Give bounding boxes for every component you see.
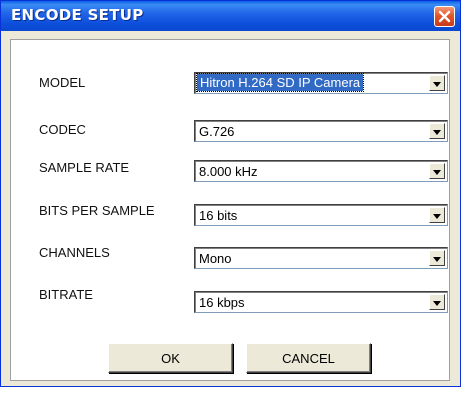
model-dropdown-button[interactable] bbox=[429, 75, 445, 91]
bitrate-value: 16 kbps bbox=[199, 295, 245, 310]
sample-rate-select[interactable]: 8.000 kHz bbox=[194, 160, 448, 182]
bits-per-sample-label: BITS PER SAMPLE bbox=[39, 203, 155, 218]
close-button[interactable] bbox=[434, 6, 455, 27]
bits-per-sample-dropdown-button[interactable] bbox=[429, 207, 445, 223]
model-select[interactable]: Hitron H.264 SD IP Camera bbox=[194, 72, 448, 94]
sample-rate-dropdown-button[interactable] bbox=[429, 163, 445, 179]
dialog-body: MODEL Hitron H.264 SD IP Camera CODEC G.… bbox=[4, 31, 457, 383]
title-bar[interactable]: ENCODE SETUP bbox=[1, 1, 460, 31]
encode-setup-dialog: ENCODE SETUP MODEL Hitron H.264 SD IP Ca… bbox=[0, 0, 461, 387]
cancel-button[interactable]: CANCEL bbox=[246, 343, 371, 373]
chevron-down-icon bbox=[433, 249, 441, 267]
sample-rate-value: 8.000 kHz bbox=[199, 164, 258, 179]
chevron-down-icon bbox=[433, 74, 441, 92]
close-icon bbox=[438, 10, 451, 23]
channels-dropdown-button[interactable] bbox=[429, 250, 445, 266]
codec-select[interactable]: G.726 bbox=[194, 120, 448, 142]
ok-button[interactable]: OK bbox=[108, 343, 233, 373]
channels-label: CHANNELS bbox=[39, 245, 110, 260]
bitrate-label: BITRATE bbox=[39, 287, 93, 302]
channels-value: Mono bbox=[199, 251, 232, 266]
model-value: Hitron H.264 SD IP Camera bbox=[195, 73, 365, 92]
bitrate-select[interactable]: 16 kbps bbox=[194, 291, 448, 313]
chevron-down-icon bbox=[433, 206, 441, 224]
bitrate-dropdown-button[interactable] bbox=[429, 294, 445, 310]
settings-panel: MODEL Hitron H.264 SD IP Camera CODEC G.… bbox=[10, 39, 450, 381]
codec-label: CODEC bbox=[39, 122, 86, 137]
chevron-down-icon bbox=[433, 293, 441, 311]
window-title: ENCODE SETUP bbox=[11, 6, 144, 24]
model-label: MODEL bbox=[39, 75, 86, 90]
codec-value: G.726 bbox=[199, 124, 235, 139]
chevron-down-icon bbox=[433, 162, 441, 180]
sample-rate-label: SAMPLE RATE bbox=[39, 160, 130, 175]
bits-per-sample-value: 16 bits bbox=[199, 208, 238, 223]
channels-select[interactable]: Mono bbox=[194, 247, 448, 269]
codec-dropdown-button[interactable] bbox=[429, 123, 445, 139]
bits-per-sample-select[interactable]: 16 bits bbox=[194, 204, 448, 226]
chevron-down-icon bbox=[433, 122, 441, 140]
